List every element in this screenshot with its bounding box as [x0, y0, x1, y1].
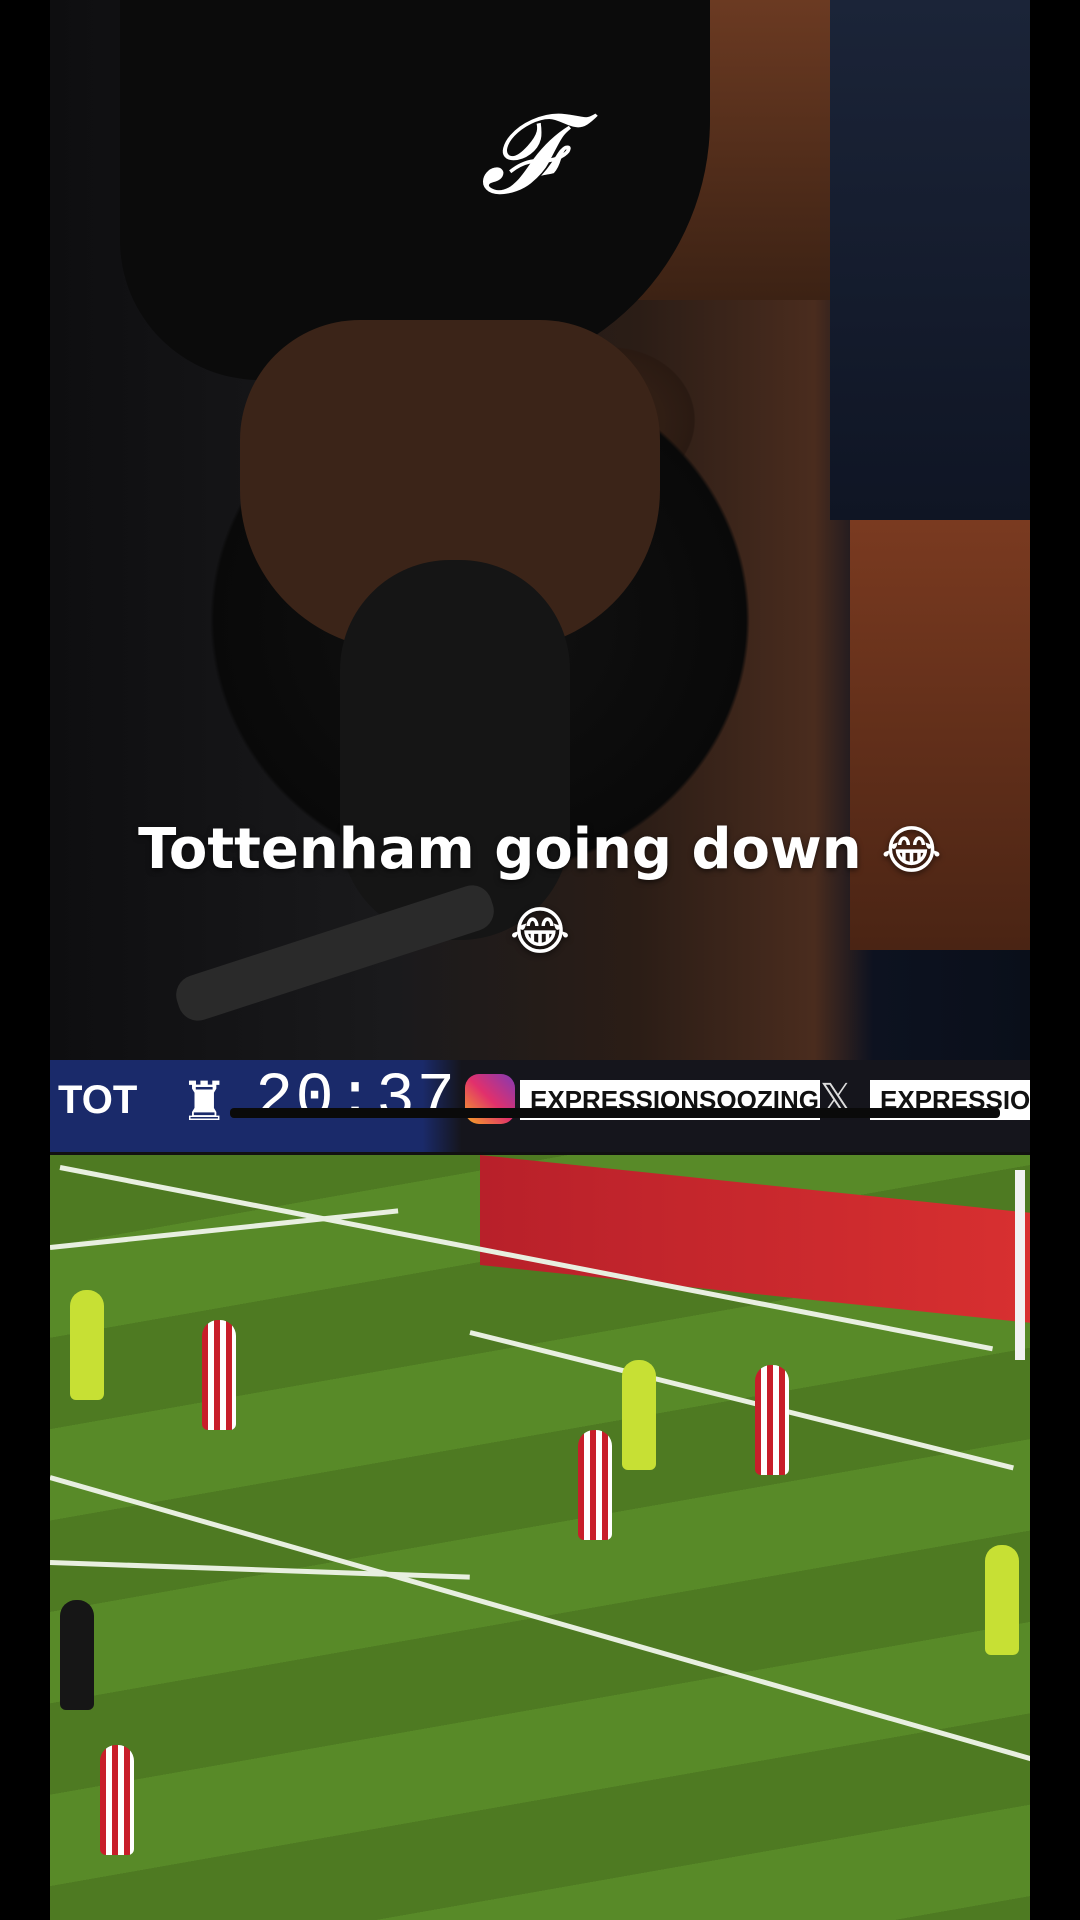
laughing-emoji-icon: 😂 — [509, 902, 571, 962]
laughing-emoji-icon: 😂 — [881, 821, 942, 881]
video-caption: Tottenham going down 😂 😂 — [50, 810, 1030, 972]
referee — [60, 1600, 94, 1710]
player — [100, 1745, 134, 1855]
match-clock: 20:37 — [255, 1064, 458, 1136]
team-abbreviation: TOT — [58, 1078, 138, 1122]
player — [985, 1545, 1019, 1655]
spurs-crest-icon: ♜ — [180, 1070, 229, 1133]
player — [578, 1430, 612, 1540]
video-frame[interactable]: 𝓕 Tottenham going down 😂 😂 TOT ♜ 20:37 E… — [50, 0, 1030, 1920]
player — [202, 1320, 236, 1430]
goal-post — [1015, 1170, 1025, 1360]
cap-logo-icon: 𝓕 — [480, 90, 562, 218]
player — [755, 1365, 789, 1475]
background-window — [830, 0, 1030, 520]
video-progress-bar[interactable] — [230, 1108, 1000, 1118]
caption-text: Tottenham going down — [138, 817, 862, 882]
player — [70, 1290, 104, 1400]
player — [622, 1360, 656, 1470]
